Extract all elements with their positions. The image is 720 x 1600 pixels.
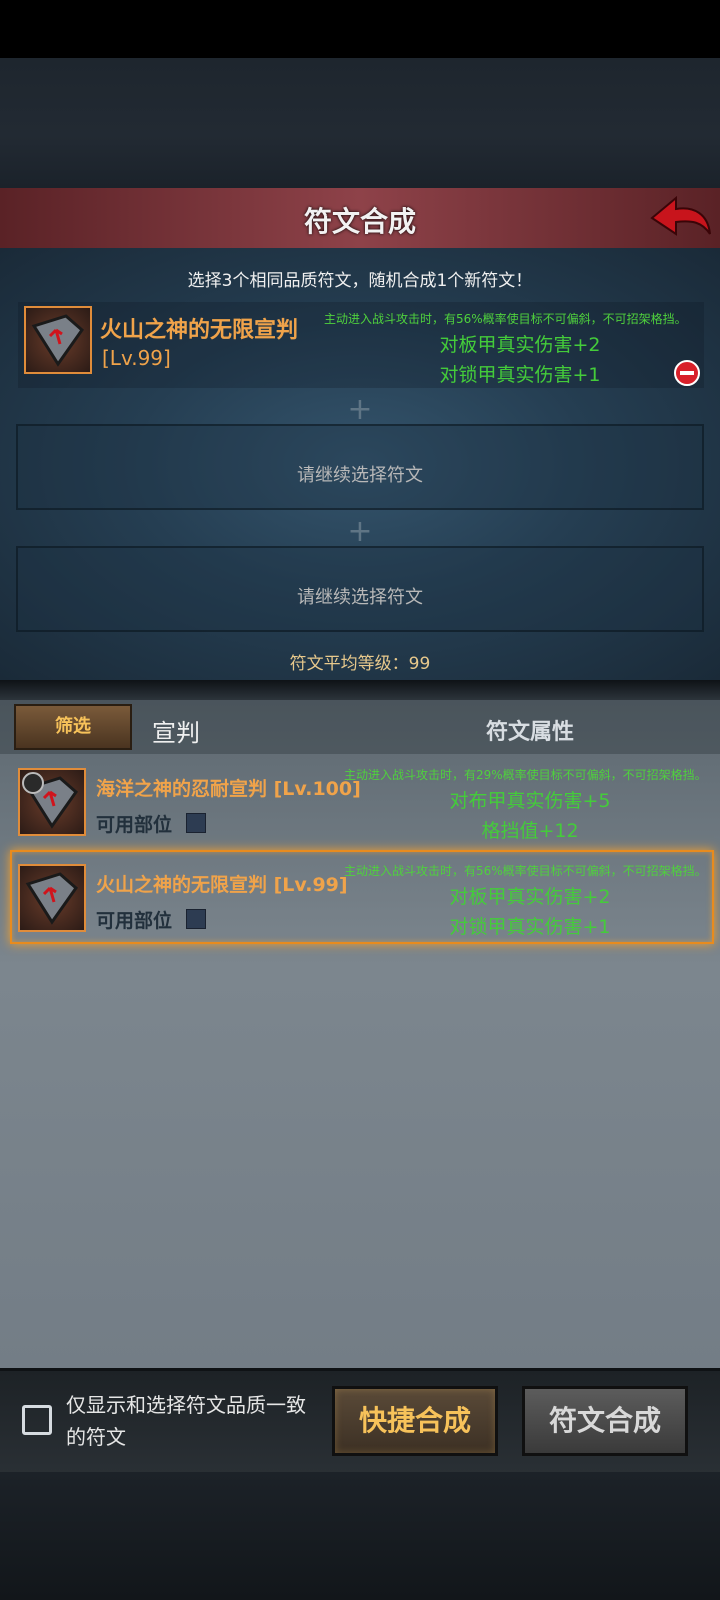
page-title: 符文合成: [303, 205, 416, 238]
slot-icon: [186, 909, 206, 929]
plus-icon: +: [347, 514, 373, 549]
status-bar-area: [0, 0, 720, 58]
back-arrow-icon: [650, 195, 711, 236]
average-level: 符文平均等级：99: [289, 654, 431, 674]
list-item-slot-label: 可用部位: [96, 910, 173, 932]
background-bottom: [0, 1472, 720, 1600]
selected-rune-stat-2: 对锁甲真实伤害+1: [439, 364, 601, 386]
selected-rune-stat-1: 对板甲真实伤害+2: [439, 334, 601, 356]
lock-icon: [22, 772, 44, 794]
list-item-effect: 主动进入战斗攻击时，有56%概率使目标不可偏斜，不可招架格挡。: [344, 864, 707, 878]
plus-icon: +: [347, 392, 373, 427]
checkbox-label: 仅显示和选择符文品质一致的符文: [66, 1393, 306, 1449]
category-label: 宣判: [152, 719, 200, 747]
attribute-header: 符文属性: [485, 720, 574, 745]
selected-rune-effect: 主动进入战斗攻击时，有56%概率使目标不可偏斜，不可招架格挡。: [324, 312, 687, 326]
back-button[interactable]: [648, 194, 714, 240]
rune-icon: [24, 306, 92, 374]
instruction-text: 选择3个相同品质符文，随机合成1个新符文！: [187, 271, 533, 291]
synthesis-button[interactable]: 符文合成: [522, 1386, 688, 1456]
panel-divider: [0, 680, 720, 700]
list-item-stat-1: 对板甲真实伤害+2: [449, 886, 611, 908]
rune-icon: [18, 864, 86, 932]
empty-slot-text-1: 请继续选择符文: [297, 465, 423, 486]
selected-rune-level: [Lv.99]: [102, 346, 171, 370]
list-item-name: 海洋之神的忍耐宣判 [Lv.100]: [96, 778, 361, 800]
slot-icon: [186, 813, 206, 833]
background-top: [0, 58, 720, 188]
list-item-name: 火山之神的无限宣判 [Lv.99]: [96, 874, 348, 896]
list-item-slot-label: 可用部位: [96, 814, 173, 836]
selected-rune-name: 火山之神的无限宣判: [100, 318, 299, 343]
quality-filter-checkbox[interactable]: [22, 1405, 52, 1435]
list-item-stat-2: 对锁甲真实伤害+1: [449, 916, 611, 938]
remove-icon[interactable]: [674, 360, 700, 386]
quick-synthesis-button[interactable]: 快捷合成: [332, 1386, 498, 1456]
filter-button[interactable]: 筛选: [14, 704, 132, 750]
empty-slot-text-2: 请继续选择符文: [297, 587, 423, 608]
list-item-effect: 主动进入战斗攻击时，有29%概率使目标不可偏斜，不可招架格挡。: [344, 768, 707, 782]
list-item-stat-2: 格挡值+12: [481, 820, 579, 842]
list-item-stat-1: 对布甲真实伤害+5: [449, 790, 611, 812]
